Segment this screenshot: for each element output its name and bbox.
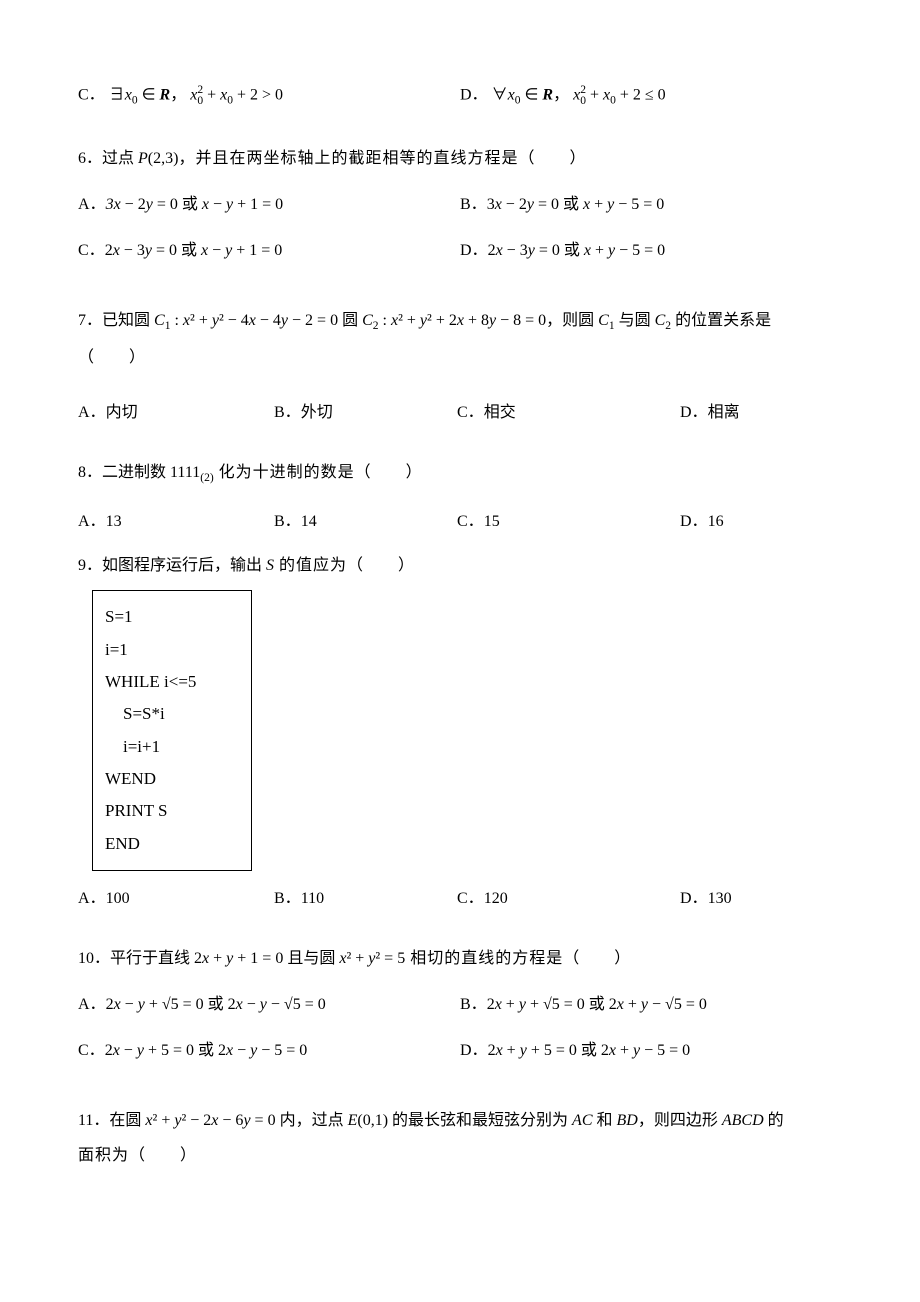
q10-stem: 10．平行于直线 2x + y + 1 = 0 且与圆 x² + y² = 5 …	[78, 951, 842, 967]
q10-options-row2: C．2x − y + 5 = 0 或 2x − y − 5 = 0 D．2x +…	[78, 1043, 842, 1059]
forall-symbol: ∀	[492, 86, 508, 103]
exists-symbol: ∃	[109, 86, 125, 103]
q10-option-b: B．2x + y + √5 = 0 或 2x + y − √5 = 0	[460, 997, 842, 1013]
q8-option-a: A．13	[78, 514, 274, 530]
q11: 11．在圆 x² + y² − 2x − 6y = 0 内，过点 E(0,1) …	[78, 1103, 842, 1173]
q8-option-c: C．15	[457, 514, 680, 530]
q9-option-d: D．130	[680, 891, 732, 907]
q5-options-cd: C． ∃x0 ∈ R，x20 + x0 + 2 > 0 D． ∀x0 ∈ R，x…	[78, 85, 842, 107]
q8-options: A．13 B．14 C．15 D．16	[78, 514, 842, 530]
q9-option-b: B．110	[274, 891, 457, 907]
q11-stem: 11．在圆 x² + y² − 2x − 6y = 0 内，过点 E(0,1) …	[78, 1103, 842, 1173]
code-line: WEND	[105, 763, 237, 795]
q8-option-b: B．14	[274, 514, 457, 530]
code-line: WHILE i<=5	[105, 666, 237, 698]
q6-option-c: C．2x − 3y = 0 或 x − y + 1 = 0	[78, 243, 460, 259]
q7-stem: 7．已知圆 C1 : x² + y² − 4x − 4y − 2 = 0 圆 C…	[78, 303, 842, 375]
q9-code-box: S=1 i=1 WHILE i<=5 S=S*i i=i+1 WEND PRIN…	[92, 590, 252, 870]
q6-options-row1: A．3x − 2y = 0 或 x − y + 1 = 0 B．3x − 2y …	[78, 197, 842, 213]
q7-option-b: B．外切	[274, 405, 457, 421]
q8-option-d: D．16	[680, 514, 724, 530]
q5-option-c: C． ∃x0 ∈ R，x20 + x0 + 2 > 0	[78, 85, 460, 107]
q10: 10．平行于直线 2x + y + 1 = 0 且与圆 x² + y² = 5 …	[78, 951, 842, 1059]
code-line: S=1	[105, 601, 237, 633]
q7: 7．已知圆 C1 : x² + y² − 4x − 4y − 2 = 0 圆 C…	[78, 303, 842, 421]
q9: 9．如图程序运行后，输出 S 的值应为（ ） S=1 i=1 WHILE i<=…	[78, 558, 842, 906]
q10-option-c: C．2x − y + 5 = 0 或 2x − y − 5 = 0	[78, 1043, 460, 1059]
option-label: D．	[460, 86, 488, 103]
q9-option-a: A．100	[78, 891, 274, 907]
q8-stem: 8．二进制数 1111(2) 化为十进制的数是（ ）	[78, 465, 842, 485]
q10-option-a: A．2x − y + √5 = 0 或 2x − y − √5 = 0	[78, 997, 460, 1013]
q6-option-a: A．3x − 2y = 0 或 x − y + 1 = 0	[78, 197, 460, 213]
q6: 6．过点 P(2,3)，并且在两坐标轴上的截距相等的直线方程是（ ） A．3x …	[78, 151, 842, 259]
q6-stem: 6．过点 P(2,3)，并且在两坐标轴上的截距相等的直线方程是（ ）	[78, 151, 842, 167]
q9-option-c: C．120	[457, 891, 680, 907]
q10-options-row1: A．2x − y + √5 = 0 或 2x − y − √5 = 0 B．2x…	[78, 997, 842, 1013]
code-line: PRINT S	[105, 795, 237, 827]
code-line: i=1	[105, 634, 237, 666]
q9-options: A．100 B．110 C．120 D．130	[78, 891, 842, 907]
code-line: i=i+1	[105, 731, 237, 763]
q7-options: A．内切 B．外切 C．相交 D．相离	[78, 405, 842, 421]
q7-option-c: C．相交	[457, 405, 680, 421]
code-line: END	[105, 828, 237, 860]
q5-options-row: C． ∃x0 ∈ R，x20 + x0 + 2 > 0 D． ∀x0 ∈ R，x…	[78, 85, 842, 107]
q6-option-d: D．2x − 3y = 0 或 x + y − 5 = 0	[460, 243, 842, 259]
q7-option-a: A．内切	[78, 405, 274, 421]
q8: 8．二进制数 1111(2) 化为十进制的数是（ ） A．13 B．14 C．1…	[78, 465, 842, 531]
q6-options-row2: C．2x − 3y = 0 或 x − y + 1 = 0 D．2x − 3y …	[78, 243, 842, 259]
code-line: S=S*i	[105, 698, 237, 730]
option-label: C．	[78, 86, 105, 103]
q10-option-d: D．2x + y + 5 = 0 或 2x + y − 5 = 0	[460, 1043, 842, 1059]
q5-option-d: D． ∀x0 ∈ R，x20 + x0 + 2 ≤ 0	[460, 85, 842, 107]
q9-stem: 9．如图程序运行后，输出 S 的值应为（ ）	[78, 558, 842, 574]
q6-option-b: B．3x − 2y = 0 或 x + y − 5 = 0	[460, 197, 842, 213]
q7-option-d: D．相离	[680, 405, 740, 421]
